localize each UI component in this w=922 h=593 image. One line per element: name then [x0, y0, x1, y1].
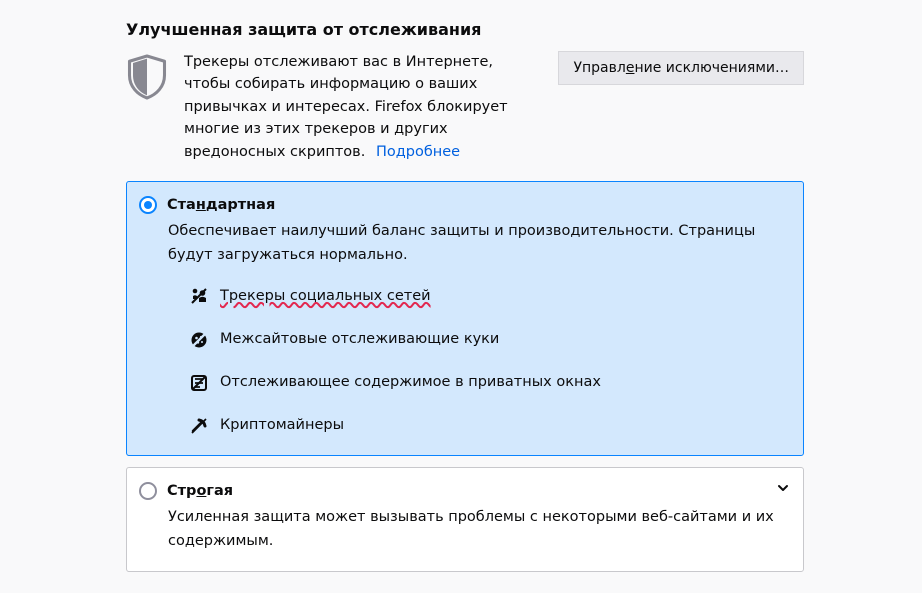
feature-cryptominers: Криптомайнеры: [220, 414, 344, 437]
label-pre: Стр: [167, 483, 196, 499]
option-strict-desc: Усиленная защита может вызывать проблемы…: [168, 506, 787, 552]
social-trackers-icon: [190, 287, 208, 305]
feature-social-trackers: Трекеры социальных сетей: [220, 285, 431, 308]
standard-feature-list: Трекеры социальных сетей Межсайтовые отс…: [190, 285, 787, 438]
list-item: Межсайтовые отслеживающие куки: [190, 328, 787, 351]
list-item: Криптомайнеры: [190, 414, 787, 437]
option-standard-body: Обеспечивает наилучший баланс защиты и п…: [168, 220, 787, 437]
cookies-icon: [190, 331, 208, 349]
label-post: дартная: [206, 197, 275, 213]
learn-more-link[interactable]: Подробнее: [376, 144, 460, 160]
label-underline: н: [196, 197, 206, 213]
manage-exceptions-label-post: ние исключениями…: [634, 60, 789, 76]
list-item: Отслеживающее содержимое в приватных окн…: [190, 371, 787, 394]
cryptominer-icon: [190, 417, 208, 435]
radio-standard-label: Стандартная: [167, 197, 275, 213]
list-item: Трекеры социальных сетей: [190, 285, 787, 308]
manage-exceptions-label-pre: Управл: [573, 60, 625, 76]
option-strict[interactable]: Строгая Усиленная защита может вызывать …: [126, 467, 804, 571]
label-post: гая: [206, 483, 233, 499]
feature-tracking-content: Отслеживающее содержимое в приватных окн…: [220, 371, 601, 394]
intro-row: Трекеры отслеживают вас в Интернете, что…: [126, 51, 804, 163]
label-underline: о: [196, 483, 206, 499]
section-title: Улучшенная защита от отслеживания: [126, 20, 804, 39]
label-pre: Ста: [167, 197, 196, 213]
radio-standard[interactable]: [139, 196, 157, 214]
option-strict-body: Усиленная защита может вызывать проблемы…: [168, 506, 787, 552]
option-standard[interactable]: Стандартная Обеспечивает наилучший балан…: [126, 181, 804, 456]
manage-exceptions-button[interactable]: Управление исключениями…: [558, 51, 804, 85]
feature-cross-site-cookies: Межсайтовые отслеживающие куки: [220, 328, 499, 351]
chevron-down-icon[interactable]: [777, 482, 789, 498]
radio-strict[interactable]: [139, 482, 157, 500]
intro-text: Трекеры отслеживают вас в Интернете, что…: [184, 51, 542, 163]
option-standard-desc: Обеспечивает наилучший баланс защиты и п…: [168, 220, 787, 266]
tracking-content-icon: [190, 374, 208, 392]
radio-strict-label: Строгая: [167, 483, 233, 499]
shield-icon: [126, 53, 168, 101]
